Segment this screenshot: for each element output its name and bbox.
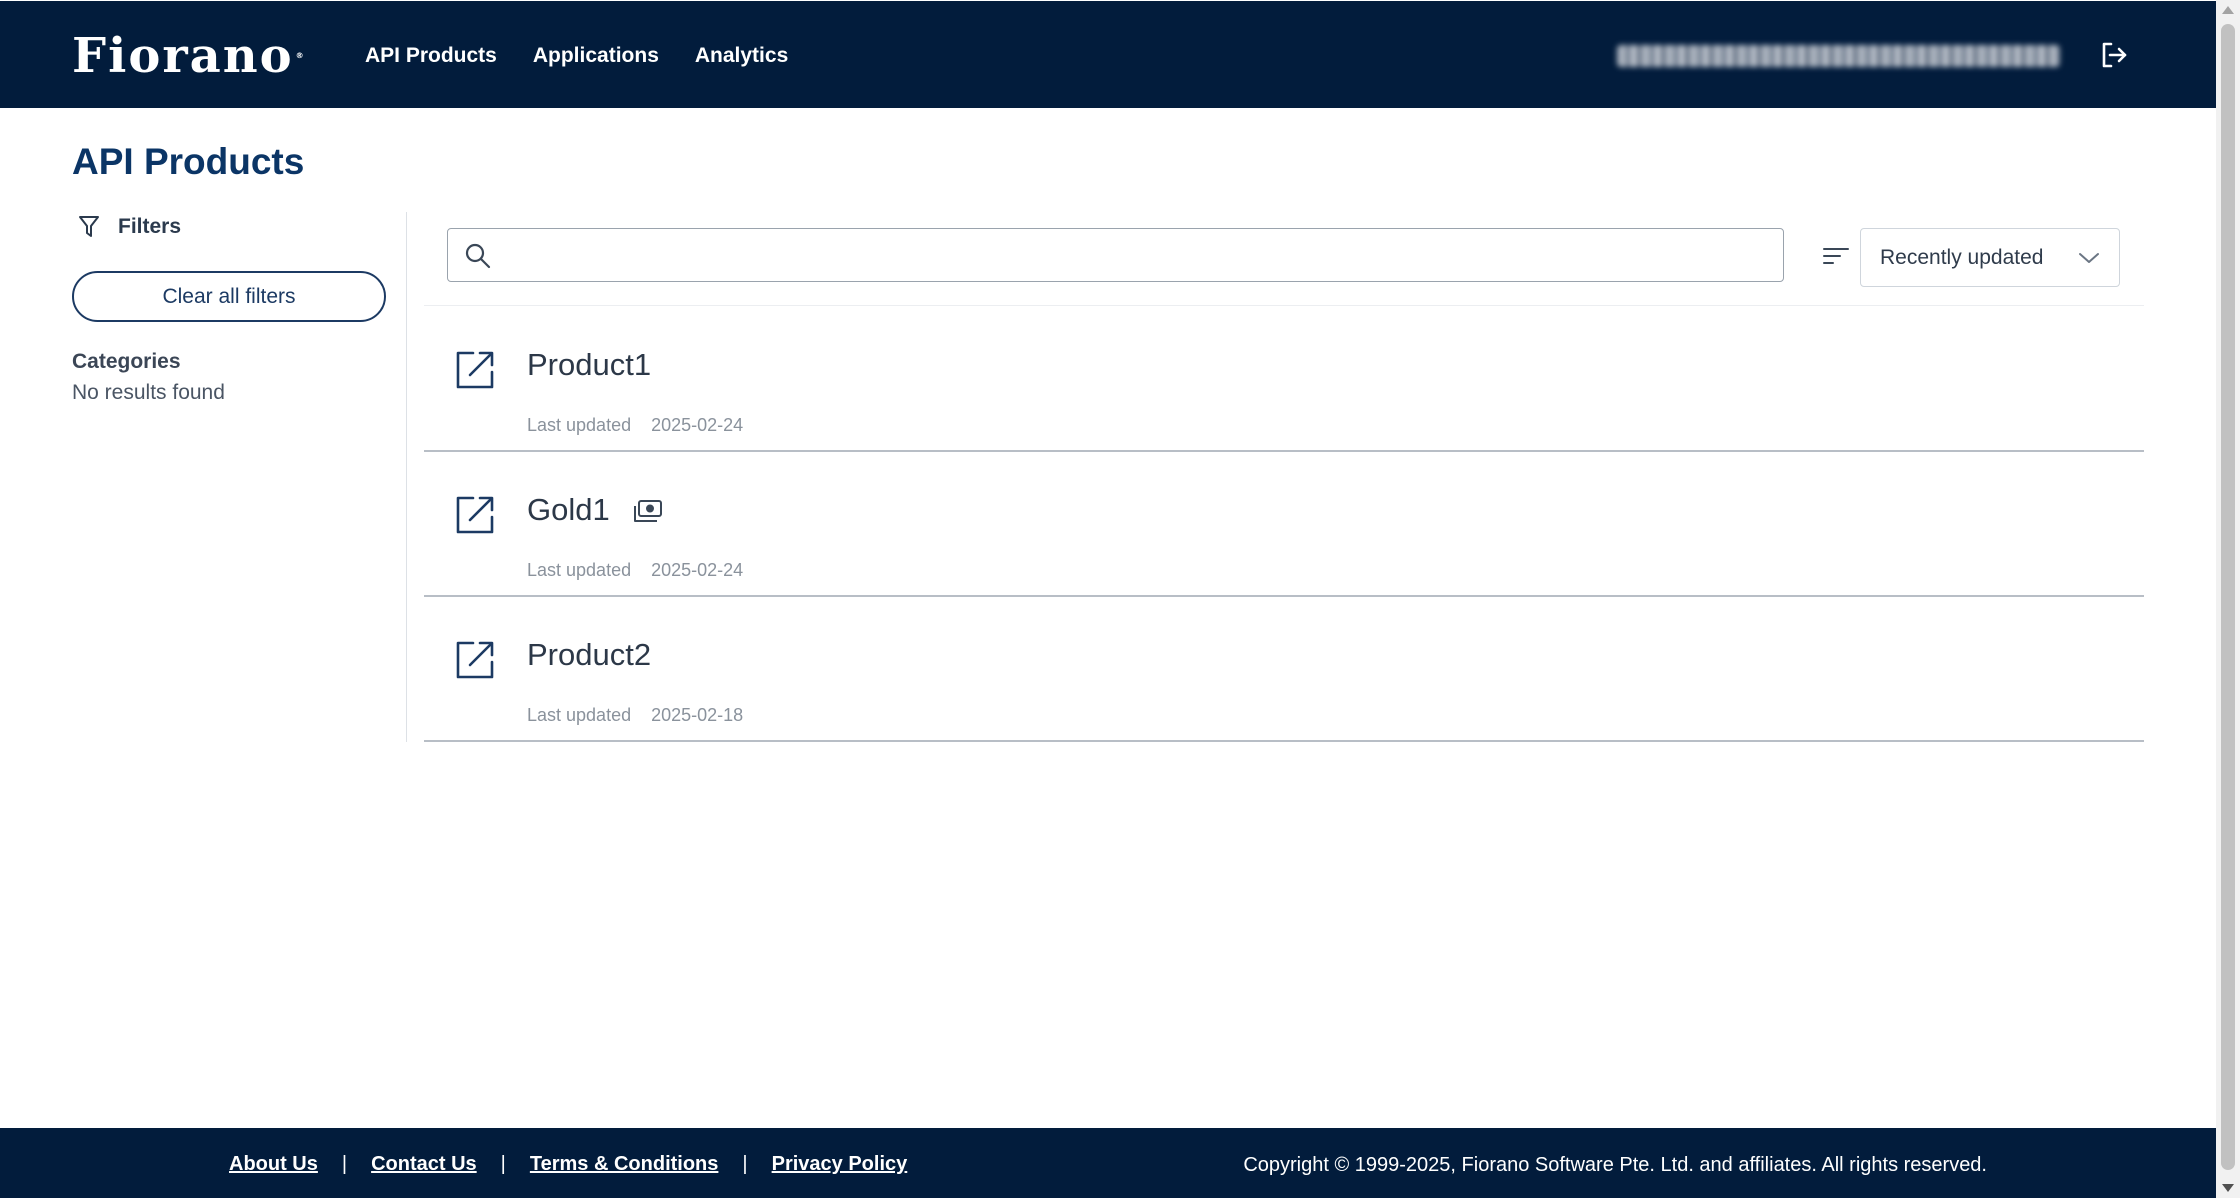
product-name[interactable]: Product2 [527,635,651,675]
footer: About Us | Contact Us | Terms & Conditio… [0,1128,2216,1198]
fiorano-logo[interactable]: Fiorano ® [72,31,306,81]
footer-link-about-us[interactable]: About Us [229,1153,318,1176]
last-updated-label: Last updated [527,705,632,725]
search-icon [465,243,491,269]
filters-header: Filters [78,215,181,239]
nav-applications[interactable]: Applications [533,42,659,70]
categories-title: Categories [72,350,181,373]
page-title: API Products [72,141,305,182]
top-navbar: Fiorano ® API Products Applications Analy… [0,1,2216,108]
product-name[interactable]: Product1 [527,345,651,385]
product-item[interactable]: Gold1 Last updated 2025-02-24 [424,452,2144,597]
sort-icon[interactable] [1822,244,1850,268]
search-input[interactable] [506,237,1770,275]
product-meta: Last updated 2025-02-18 [527,705,743,726]
last-updated-label: Last updated [527,415,632,435]
footer-link-terms[interactable]: Terms & Conditions [530,1153,719,1176]
categories-empty-message: No results found [72,381,225,404]
footer-separator: | [500,1153,506,1175]
product-name[interactable]: Gold1 [527,490,610,530]
vertical-scrollbar[interactable] [2216,0,2240,1198]
open-external-icon[interactable] [455,350,495,390]
open-external-icon[interactable] [455,495,495,535]
scroll-thumb[interactable] [2221,24,2235,1170]
search-box[interactable] [447,228,1784,282]
last-updated-label: Last updated [527,560,632,580]
product-item[interactable]: Product2 Last updated 2025-02-18 [424,597,2144,742]
list-top-divider [424,305,2144,306]
footer-link-privacy[interactable]: Privacy Policy [772,1153,908,1176]
footer-separator: | [341,1153,348,1175]
footer-separator: | [742,1153,748,1175]
filters-label: Filters [118,215,182,238]
product-meta: Last updated 2025-02-24 [527,560,743,581]
sort-selected-value: Recently updated [1880,246,2044,269]
sidebar-divider [406,212,407,742]
product-meta: Last updated 2025-02-24 [527,415,743,436]
footer-links: About Us | Contact Us | Terms & Conditio… [229,1153,907,1176]
scroll-up-arrow[interactable] [2222,6,2234,14]
last-updated-date: 2025-02-24 [651,415,744,435]
sort-select[interactable]: Recently updated [1860,228,2120,287]
copyright-text: Copyright © 1999-2025, Fiorano Software … [1243,1154,1987,1176]
scroll-down-arrow[interactable] [2222,1184,2234,1192]
main-nav: API Products Applications Analytics [365,42,788,70]
logout-icon[interactable] [2098,39,2130,71]
user-email-redacted [1617,45,2060,67]
open-external-icon[interactable] [455,640,495,680]
nav-api-products[interactable]: API Products [365,42,497,70]
clear-all-filters-button[interactable]: Clear all filters [72,271,386,322]
plan-money-icon [634,500,662,522]
last-updated-date: 2025-02-24 [651,560,744,580]
last-updated-date: 2025-02-18 [651,705,744,725]
footer-link-contact-us[interactable]: Contact Us [371,1153,477,1176]
nav-analytics[interactable]: Analytics [695,42,788,70]
chevron-down-icon [2079,253,2099,263]
product-item[interactable]: Product1 Last updated 2025-02-24 [424,307,2144,452]
filter-icon [79,216,99,237]
